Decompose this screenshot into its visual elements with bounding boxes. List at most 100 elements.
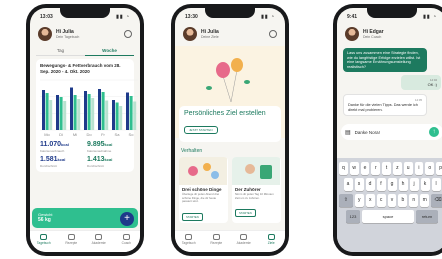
- phone-goals: 13:30 ▮▮ ◔ Hi Julia Deine Ziele Persönli…: [171, 4, 289, 256]
- key-a[interactable]: a: [343, 178, 353, 191]
- key-k[interactable]: k: [420, 178, 430, 191]
- key-e[interactable]: e: [360, 162, 370, 175]
- bar: [119, 106, 123, 130]
- key-shift[interactable]: ⇧: [338, 194, 353, 207]
- card-start-button[interactable]: STARTEN: [182, 212, 203, 221]
- signal-icon: ▮▮ ◔: [261, 14, 275, 20]
- key-123[interactable]: 123: [346, 210, 360, 223]
- tab-day[interactable]: Tag: [36, 46, 85, 56]
- gear-icon[interactable]: [124, 30, 132, 38]
- bar: [73, 95, 77, 130]
- card-start-button[interactable]: STARTEN: [235, 209, 256, 217]
- status-time: 13:30: [185, 14, 198, 20]
- key-x[interactable]: x: [365, 194, 375, 207]
- header: Hi Julia Deine Ziele: [175, 24, 285, 44]
- nav-recipes[interactable]: Rezepte: [58, 231, 86, 252]
- behavior-card[interactable]: Drei schöne Dinge Überlege dir jeden Abe…: [179, 157, 228, 223]
- avatar[interactable]: [38, 27, 52, 41]
- avatar[interactable]: [345, 27, 359, 41]
- key-n[interactable]: n: [409, 194, 419, 207]
- key-backspace[interactable]: ⌫: [431, 194, 442, 207]
- composer-input[interactable]: Danke Nora!: [355, 130, 429, 135]
- nav-diary[interactable]: Tagebuch: [30, 231, 58, 252]
- nav-diary[interactable]: Tagebuch: [175, 231, 203, 252]
- card-text: Nimm dir jeden Tag 10 Minuten Zeit um zu…: [235, 192, 274, 200]
- stat-unit: kcal: [104, 142, 113, 147]
- chat-thread: Lass uns zusammen eine Strategie finden,…: [337, 44, 442, 118]
- tab-bar: Tag Woche: [36, 46, 134, 56]
- stat-value: 11.070: [40, 141, 62, 148]
- attach-icon[interactable]: ▤: [345, 129, 351, 136]
- behavior-card[interactable]: Der Zuhörer Nimm dir jeden Tag 10 Minute…: [232, 157, 281, 223]
- bar: [115, 102, 119, 130]
- keyboard-row: asdfghjkl: [339, 178, 442, 191]
- tab-week[interactable]: Woche: [85, 46, 134, 56]
- key-space[interactable]: space: [362, 210, 414, 223]
- keyboard-row: qwertzuiop: [339, 162, 442, 175]
- key-return[interactable]: return: [416, 210, 438, 223]
- academy-icon: [240, 234, 248, 240]
- nav-recipes[interactable]: Rezepte: [203, 231, 231, 252]
- key-m[interactable]: m: [420, 194, 430, 207]
- key-g[interactable]: g: [387, 178, 397, 191]
- nav-academy[interactable]: Akademie: [85, 231, 113, 252]
- nav-label: Ziele: [267, 241, 275, 245]
- message-composer[interactable]: ▤ Danke Nora! ↑: [341, 124, 442, 141]
- start-goal-button[interactable]: JETZT STARTEN: [184, 126, 218, 134]
- header: Hi Julia Dein Tagebuch: [30, 24, 140, 44]
- stat-burned: 11.070kcal Kalorienverbrauch: [40, 141, 83, 153]
- key-s[interactable]: s: [354, 178, 364, 191]
- create-goal-title: Persönliches Ziel erstellen: [184, 110, 266, 117]
- key-v[interactable]: v: [387, 194, 397, 207]
- bar: [49, 100, 53, 130]
- key-t[interactable]: t: [382, 162, 391, 175]
- message-text: Danke für die vielen Tipps. Das werde ic…: [348, 102, 418, 112]
- key-d[interactable]: d: [365, 178, 375, 191]
- bar: [56, 95, 59, 130]
- key-i[interactable]: i: [414, 162, 424, 175]
- header-subtitle: Deine Ziele: [201, 35, 219, 39]
- diary-icon: [185, 234, 193, 240]
- nav-label: Akademie: [236, 241, 251, 245]
- key-o[interactable]: o: [425, 162, 435, 175]
- gear-icon[interactable]: [269, 30, 277, 38]
- bottom-nav: Tagebuch Rezepte Akademie Coach: [30, 230, 140, 252]
- avatar[interactable]: [183, 27, 197, 41]
- stat-label: Kalorienaufnahme: [87, 149, 112, 153]
- add-button[interactable]: +: [120, 212, 134, 226]
- key-j[interactable]: j: [409, 178, 419, 191]
- phone-notch: [367, 8, 417, 18]
- status-time: 9:41: [347, 14, 358, 20]
- phone-diary: 13:03 ▮▮ ◔ Hi Julia Dein Tagebuch Tag Wo…: [26, 4, 144, 256]
- signal-icon: ▮▮ ◔: [116, 14, 130, 20]
- bar: [87, 94, 91, 130]
- nav-goals[interactable]: Ziele: [258, 231, 286, 252]
- stat-unit: kcal: [104, 157, 113, 162]
- phone-notch: [60, 8, 110, 18]
- weekly-chart-card: Bewegungs- & Fettverbrauch vom 28. Sep. …: [36, 59, 138, 172]
- key-q[interactable]: q: [339, 162, 348, 175]
- bottom-nav: Tagebuch Rezepte Akademie Ziele: [175, 230, 285, 252]
- stat-intake: 9.895kcal Kalorienaufnahme: [87, 141, 130, 153]
- bar: [70, 87, 73, 130]
- key-l[interactable]: l: [431, 178, 441, 191]
- key-b[interactable]: b: [398, 194, 408, 207]
- bar: [98, 89, 101, 130]
- send-button[interactable]: ↑: [429, 127, 439, 138]
- academy-icon: [95, 234, 103, 240]
- key-r[interactable]: r: [371, 162, 381, 175]
- nav-label: Rezepte: [210, 241, 223, 245]
- nav-coach[interactable]: Coach: [113, 231, 141, 252]
- key-p[interactable]: p: [436, 162, 442, 175]
- goals-icon: [267, 234, 275, 240]
- nav-academy[interactable]: Akademie: [230, 231, 258, 252]
- key-u[interactable]: u: [403, 162, 413, 175]
- key-c[interactable]: c: [376, 194, 386, 207]
- bar: [45, 93, 49, 130]
- key-y[interactable]: y: [354, 194, 364, 207]
- key-h[interactable]: h: [398, 178, 408, 191]
- key-f[interactable]: f: [376, 178, 386, 191]
- key-z[interactable]: z: [393, 162, 402, 175]
- goal-value: 56 kg: [38, 217, 51, 223]
- key-w[interactable]: w: [349, 162, 359, 175]
